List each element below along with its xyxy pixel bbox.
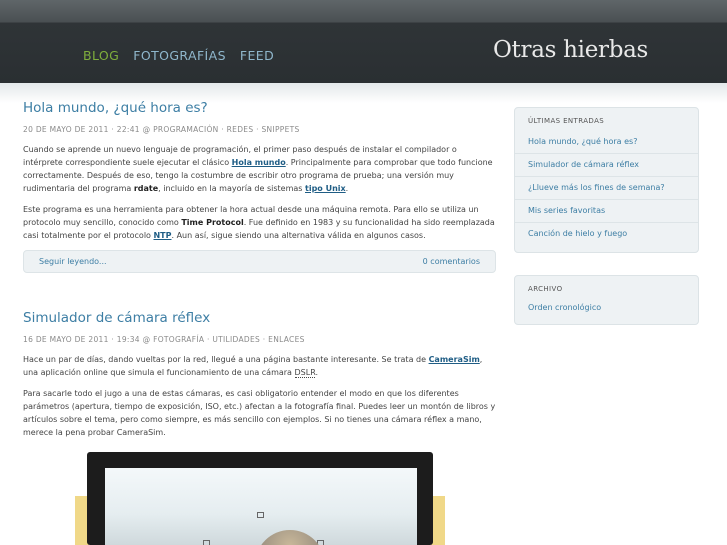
site-title[interactable]: Otras hierbas — [493, 37, 648, 63]
archive-link[interactable]: Orden cronológico — [515, 299, 698, 319]
post-body: Hace un par de días, dando vueltas por l… — [23, 353, 496, 439]
camera-screenshot-image — [75, 448, 445, 545]
archive-widget: Archivo Orden cronológico — [514, 275, 699, 325]
link-ntp[interactable]: NTP — [153, 231, 171, 240]
link-camerasim[interactable]: CameraSim — [429, 355, 480, 364]
link-hola-mundo[interactable]: Hola mundo — [232, 158, 286, 167]
post-date: 20 de mayo de 2011 — [23, 125, 109, 134]
paragraph: Para sacarle todo el jugo a una de estas… — [23, 389, 496, 437]
post-title[interactable]: Simulador de cámara réflex — [23, 310, 496, 326]
post-hola-mundo: Hola mundo, ¿qué hora es? 20 de mayo de … — [23, 100, 496, 273]
main-nav: BLOG FOTOGRAFÍAS FEED — [83, 48, 274, 63]
post-date: 16 de mayo de 2011 — [23, 335, 109, 344]
paragraph: Hace un par de días, dando vueltas por l… — [23, 353, 496, 379]
widget-heading: Archivo — [528, 285, 563, 293]
tag-link[interactable]: Programación — [153, 125, 219, 134]
rdate-term: rdate — [133, 184, 159, 193]
post-simulador: Simulador de cámara réflex 16 de mayo de… — [23, 310, 496, 447]
text: . — [315, 368, 319, 377]
recent-post-link[interactable]: Mis series favoritas — [515, 199, 698, 222]
time-protocol-term: Time Protocol — [181, 218, 244, 227]
recent-posts-widget: Últimas entradas Hola mundo, ¿qué hora e… — [514, 107, 699, 253]
dslr-abbr: DSLR — [294, 368, 316, 378]
camera-viewfinder — [105, 468, 417, 545]
comments-link[interactable]: 0 comentarios — [423, 257, 480, 266]
recent-post-link[interactable]: Simulador de cámara réflex — [515, 153, 698, 176]
post-time: 22:41 — [116, 125, 140, 134]
link-tipo-unix[interactable]: tipo Unix — [305, 184, 346, 193]
focus-point-icon — [203, 540, 210, 545]
post-title[interactable]: Hola mundo, ¿qué hora es? — [23, 100, 496, 116]
text: . — [345, 184, 349, 193]
at-symbol: @ — [142, 125, 151, 134]
site-header: BLOG FOTOGRAFÍAS FEED Otras hierbas — [0, 0, 727, 83]
recent-post-link[interactable]: ¿Llueve más los fines de semana? — [515, 176, 698, 199]
post-meta: 16 de mayo de 2011 · 19:34 @ Fotografía … — [23, 335, 305, 344]
focus-point-icon — [257, 512, 264, 518]
tag-link[interactable]: Utilidades — [212, 335, 260, 344]
post-footer: Seguir leyendo... 0 comentarios — [23, 250, 496, 273]
read-more-link[interactable]: Seguir leyendo... — [39, 257, 107, 266]
nav-feed[interactable]: FEED — [240, 48, 274, 63]
widget-heading: Últimas entradas — [528, 117, 605, 125]
text: Hace un par de días, dando vueltas por l… — [23, 355, 429, 364]
camera-display — [87, 452, 433, 545]
tag-link[interactable]: Snippets — [261, 125, 299, 134]
text: . Aun así, sigue siendo una alternativa … — [171, 231, 426, 240]
tag-link[interactable]: Redes — [227, 125, 254, 134]
recent-post-link[interactable]: Hola mundo, ¿qué hora es? — [515, 131, 698, 153]
post-meta: 20 de mayo de 2011 · 22:41 @ Programació… — [23, 125, 300, 134]
text: , incluido en la mayoría de sistemas — [158, 184, 305, 193]
paragraph: Este programa es una herramienta para ob… — [23, 203, 496, 242]
post-body: Cuando se aprende un nuevo lenguaje de p… — [23, 143, 496, 242]
tag-link[interactable]: Enlaces — [268, 335, 305, 344]
at-symbol: @ — [142, 335, 151, 344]
nav-fotografias[interactable]: FOTOGRAFÍAS — [133, 48, 226, 63]
post-time: 19:34 — [116, 335, 140, 344]
recent-post-link[interactable]: Canción de hielo y fuego — [515, 222, 698, 245]
nav-blog[interactable]: BLOG — [83, 48, 119, 63]
tag-link[interactable]: Fotografía — [153, 335, 204, 344]
image-edge — [431, 496, 445, 545]
paragraph: Cuando se aprende un nuevo lenguaje de p… — [23, 143, 496, 195]
photo-subject — [255, 530, 325, 545]
